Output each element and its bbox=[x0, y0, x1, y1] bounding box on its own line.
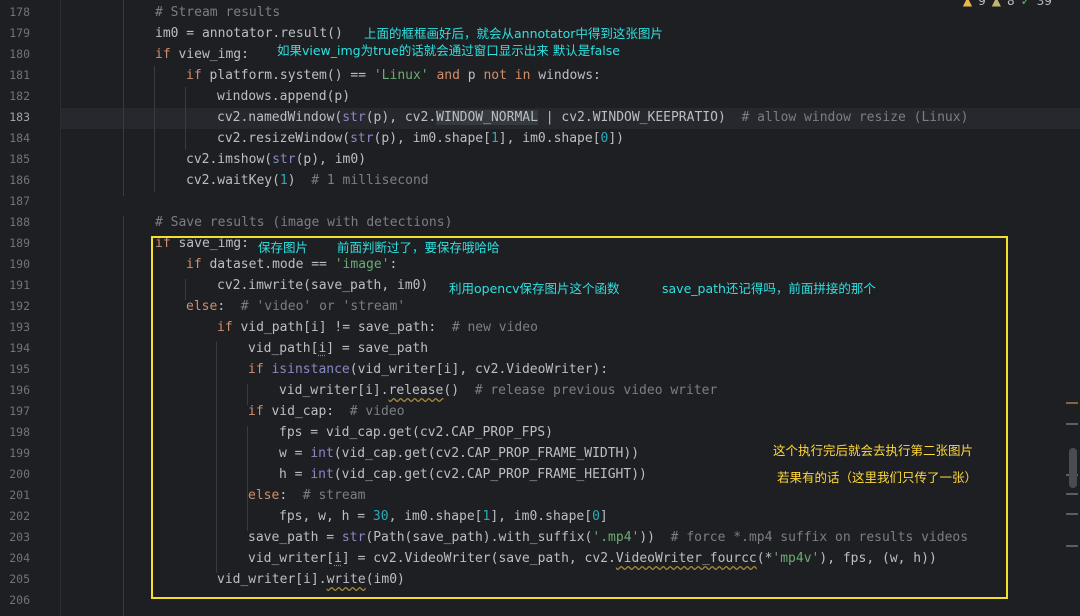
warning-icon: ▲ bbox=[962, 0, 973, 8]
code-text: view_img: bbox=[170, 47, 249, 62]
line-number[interactable]: 200 bbox=[0, 464, 30, 485]
code-line-185[interactable]: cv2.imshow(str(p), im0) bbox=[186, 149, 366, 170]
warning-count: 9 bbox=[978, 0, 986, 8]
line-number[interactable]: 188 bbox=[0, 212, 30, 233]
code-text: im0 = annotator.result() bbox=[155, 26, 343, 41]
line-number[interactable]: 198 bbox=[0, 422, 30, 443]
line-number[interactable]: 187 bbox=[0, 191, 30, 212]
line-number[interactable]: 183 bbox=[0, 107, 30, 128]
line-number[interactable]: 205 bbox=[0, 569, 30, 590]
annotation-imwrite: 利用opencv保存图片这个函数 bbox=[449, 281, 620, 296]
code-text: (p), cv2. bbox=[365, 110, 437, 125]
scrollbar-marker[interactable] bbox=[1066, 423, 1078, 425]
scrollbar-marker[interactable] bbox=[1066, 513, 1078, 515]
code-comment: # 1 millisecond bbox=[311, 173, 429, 188]
code-line-186[interactable]: cv2.waitKey(1) # 1 millisecond bbox=[186, 170, 429, 191]
code-number: 1 bbox=[279, 173, 288, 188]
line-number[interactable]: 179 bbox=[0, 23, 30, 44]
code-line-183[interactable]: cv2.namedWindow(str(p), cv2.WINDOW_NORMA… bbox=[217, 107, 968, 128]
annotation-save-path: save_path还记得吗，前面拼接的那个 bbox=[662, 281, 876, 296]
annotation-next-image: 这个执行完后就会去执行第二张图片 bbox=[773, 443, 974, 458]
line-number[interactable]: 178 bbox=[0, 2, 30, 23]
code-keyword: if bbox=[155, 47, 171, 62]
line-number[interactable]: 193 bbox=[0, 317, 30, 338]
code-text: platform.system() == bbox=[201, 68, 374, 83]
code-text: windows: bbox=[530, 68, 601, 83]
indent-guide bbox=[123, 0, 124, 196]
chevron-up-icon[interactable]: ^ bbox=[1058, 0, 1068, 8]
line-number[interactable]: 186 bbox=[0, 170, 30, 191]
line-number[interactable]: 180 bbox=[0, 44, 30, 65]
code-comment: # allow window resize (Linux) bbox=[741, 110, 969, 125]
line-number[interactable]: 201 bbox=[0, 485, 30, 506]
code-keyword: and bbox=[436, 68, 460, 83]
line-number[interactable]: 181 bbox=[0, 65, 30, 86]
typo-count: 39 bbox=[1036, 0, 1052, 8]
scrollbar-marker[interactable] bbox=[1066, 493, 1078, 495]
annotation-line-180: 如果view_img为true的话就会通过窗口显示出来 默认是false bbox=[277, 43, 620, 58]
line-number[interactable]: 182 bbox=[0, 86, 30, 107]
code-text: ) bbox=[287, 173, 312, 188]
indent-guide bbox=[154, 66, 155, 192]
indent-guide bbox=[185, 87, 186, 150]
code-text: cv2.namedWindow( bbox=[217, 110, 343, 125]
code-text: ) bbox=[717, 110, 742, 125]
annotation-checked-before: 前面判断过了，要保存哦哈哈 bbox=[337, 240, 500, 255]
line-number[interactable]: 189 bbox=[0, 233, 30, 254]
code-text: ]) bbox=[608, 131, 625, 146]
code-text: cv2.resizeWindow( bbox=[217, 131, 351, 146]
line-number[interactable]: 191 bbox=[0, 275, 30, 296]
line-number[interactable]: 204 bbox=[0, 548, 30, 569]
code-line-188[interactable]: # Save results (image with detections) bbox=[155, 212, 452, 233]
code-line-178[interactable]: # Stream results bbox=[155, 2, 280, 23]
indent-guide bbox=[123, 216, 124, 616]
code-builtin: str bbox=[342, 110, 366, 125]
line-number[interactable]: 202 bbox=[0, 506, 30, 527]
line-number[interactable]: 197 bbox=[0, 401, 30, 422]
code-number: 1 bbox=[490, 131, 499, 146]
code-keyword: if bbox=[186, 68, 202, 83]
annotation-save-image: 保存图片 bbox=[258, 240, 309, 255]
line-number[interactable]: 190 bbox=[0, 254, 30, 275]
line-number[interactable]: 206 bbox=[0, 590, 30, 611]
code-comment: # Save results (image with detections) bbox=[155, 215, 453, 230]
code-text: windows.append(p) bbox=[217, 89, 351, 104]
code-line-184[interactable]: cv2.resizeWindow(str(p), im0.shape[1], i… bbox=[217, 128, 624, 149]
code-line-181[interactable]: if platform.system() == 'Linux' and p no… bbox=[186, 65, 601, 86]
weak-warning-count: 8 bbox=[1006, 0, 1015, 8]
line-number[interactable]: 195 bbox=[0, 359, 30, 380]
code-text: ], im0.shape[ bbox=[498, 131, 601, 146]
code-string: 'Linux' bbox=[373, 68, 429, 83]
inspection-widget[interactable]: ▲ 9 ▲ 8 ✓ 39 ^ bbox=[963, 0, 1068, 8]
code-builtin: str bbox=[350, 131, 374, 146]
code-line-180[interactable]: if view_img: bbox=[155, 44, 249, 65]
code-text: (p), im0.shape[ bbox=[373, 131, 491, 146]
code-text: cv2.waitKey( bbox=[186, 173, 280, 188]
code-line-182[interactable]: windows.append(p) bbox=[217, 86, 350, 107]
code-keyword: not in bbox=[483, 68, 531, 83]
scrollbar-marker[interactable] bbox=[1066, 545, 1078, 547]
line-number[interactable]: 199 bbox=[0, 443, 30, 464]
annotation-if-any: 若果有的话（这里我们只传了一张） bbox=[777, 470, 978, 485]
code-text: | cv2. bbox=[537, 110, 593, 125]
code-comment: # Stream results bbox=[155, 5, 281, 20]
line-number[interactable]: 192 bbox=[0, 296, 30, 317]
line-number[interactable]: 185 bbox=[0, 149, 30, 170]
code-text: WINDOW_KEEPRATIO bbox=[592, 110, 718, 125]
line-number[interactable]: 184 bbox=[0, 128, 30, 149]
code-builtin: str bbox=[272, 152, 296, 167]
code-text: cv2.imshow( bbox=[186, 152, 273, 167]
code-text: (p), im0) bbox=[295, 152, 367, 167]
weak-warning-icon: ▲ bbox=[991, 0, 1001, 8]
line-number[interactable]: 203 bbox=[0, 527, 30, 548]
typo-icon: ✓ bbox=[1020, 0, 1031, 8]
code-selection: WINDOW_NORMAL bbox=[436, 110, 538, 125]
scrollbar-thumb[interactable] bbox=[1069, 448, 1077, 488]
line-number[interactable]: 194 bbox=[0, 338, 30, 359]
scrollbar-marker[interactable] bbox=[1066, 402, 1078, 404]
code-text: p bbox=[459, 68, 484, 83]
line-number[interactable]: 196 bbox=[0, 380, 30, 401]
